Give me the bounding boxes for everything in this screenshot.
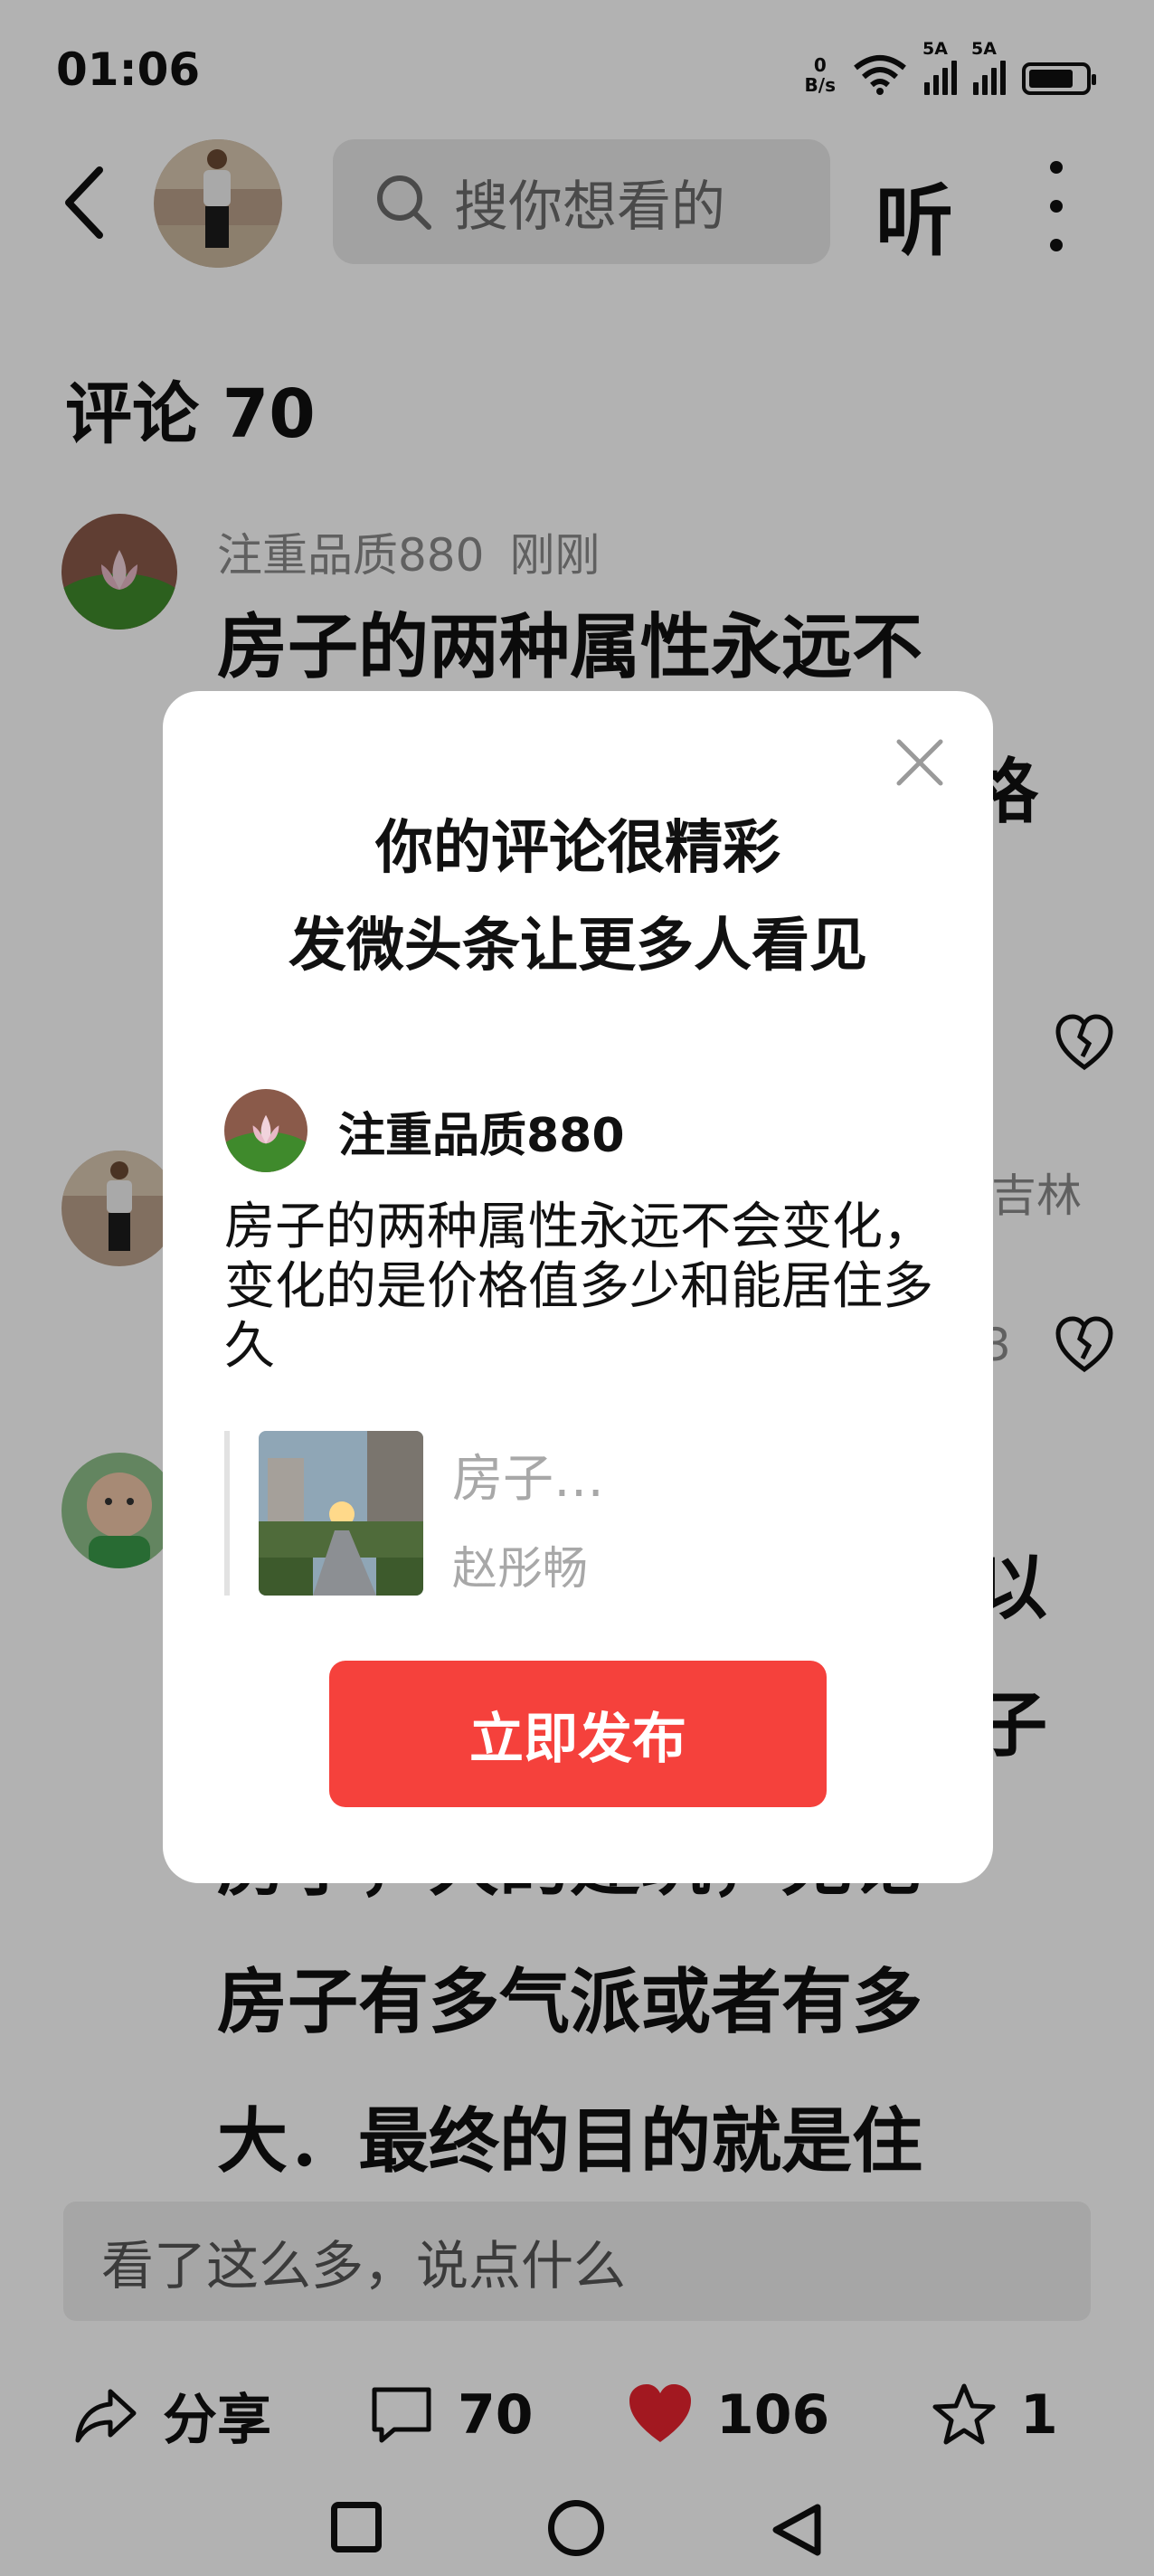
article-thumbnail	[259, 1431, 423, 1596]
quoted-article: 房子… 赵彤畅	[224, 1431, 930, 1596]
dialog-title: 你的评论很精彩 发微头条让更多人看见	[288, 815, 867, 980]
dialog-author-name: 注重品质880	[338, 1108, 625, 1163]
share-to-post-dialog: 你的评论很精彩 发微头条让更多人看见 注重品质880 房子的两种属性永远不会变化…	[163, 691, 993, 1883]
quoted-title: 房子…	[452, 1450, 604, 1509]
dialog-avatar	[224, 1089, 307, 1172]
publish-button[interactable]: 立即发布	[329, 1661, 827, 1807]
quoted-author: 赵彤畅	[452, 1542, 588, 1595]
dialog-comment-text: 房子的两种属性永远不会变化，变化的是价格值多少和能居住多久	[224, 1198, 933, 1376]
close-icon[interactable]	[894, 736, 946, 789]
dialog-user-row: 注重品质880	[224, 1089, 625, 1172]
